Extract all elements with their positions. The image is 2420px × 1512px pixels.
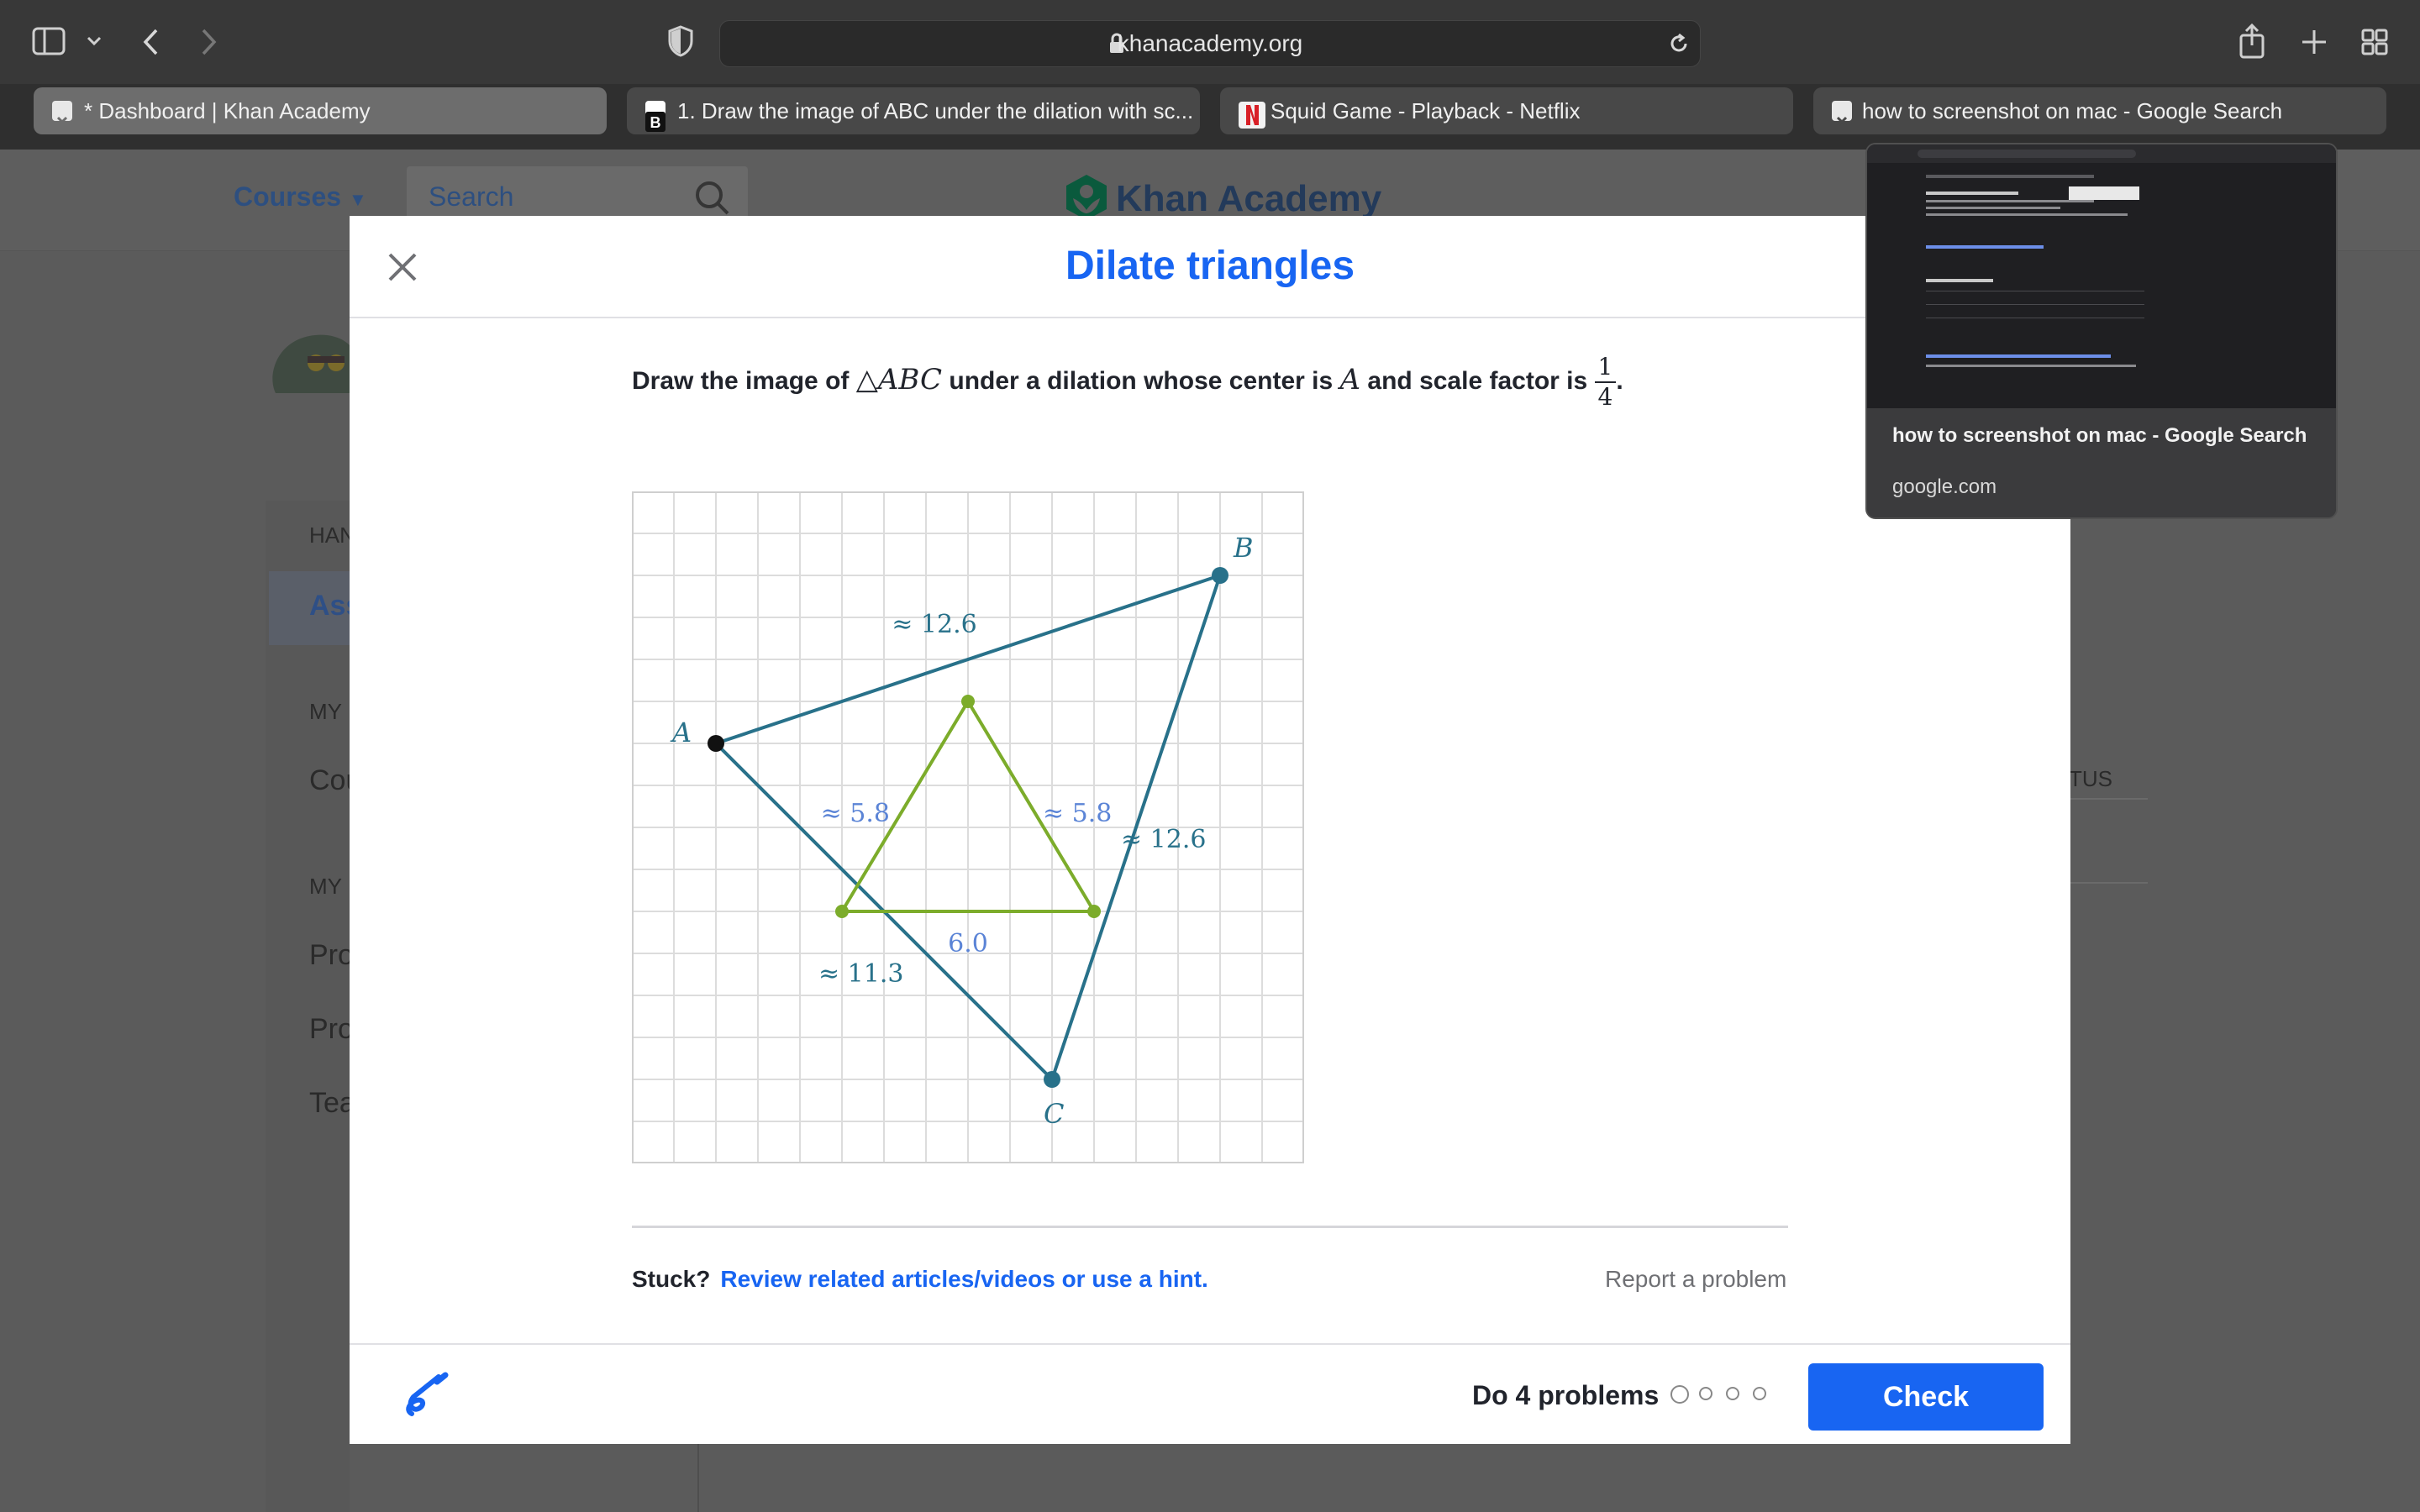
close-tab-icon[interactable] <box>1832 101 1852 128</box>
table-divider <box>2069 882 2148 884</box>
tab-dilation-problem[interactable]: B 1. Draw the image of ABC under the dil… <box>627 87 1200 134</box>
question-part: under a dilation whose center is <box>942 367 1340 395</box>
content-divider <box>632 1226 1788 1228</box>
courses-menu[interactable]: Courses ▼ <box>234 181 367 213</box>
search-placeholder: Search <box>429 181 514 212</box>
sidebar-heading: MY <box>309 874 342 899</box>
problem-counter: Do 4 problems <box>1472 1380 1660 1410</box>
point-label-b: B <box>1233 532 1254 564</box>
side-length-ac: ≈ 11.3 <box>818 959 903 989</box>
chevron-down-icon[interactable] <box>86 35 103 47</box>
image-side-length-bottom: 6.0 <box>948 929 988 958</box>
address-bar[interactable]: khanacademy.org <box>719 20 1701 67</box>
modal-header: Dilate triangles <box>350 216 2070 318</box>
stuck-label: Stuck? <box>632 1266 711 1292</box>
progress-dot <box>1670 1385 1689 1404</box>
modal-footer: Do 4 problems Check <box>350 1343 2070 1446</box>
search-icon <box>694 180 731 221</box>
image-vertex-handle[interactable] <box>961 695 975 708</box>
tab-label: 1. Draw the image of ABC under the dilat… <box>677 98 1194 123</box>
brand-b-favicon-icon: B <box>645 101 666 132</box>
hint-link[interactable]: Review related articles/videos or use a … <box>720 1266 1207 1292</box>
question-part: and scale factor is <box>1360 367 1595 395</box>
tab-preview-thumbnail <box>1867 144 2336 408</box>
sidebar-item-profile[interactable]: Pro <box>309 939 354 972</box>
progress-dot <box>1726 1387 1739 1400</box>
sidebar-heading: MY <box>309 699 342 724</box>
math-triangle: △ABC <box>855 363 943 396</box>
courses-label: Courses <box>234 181 342 212</box>
scale-fraction: 14 <box>1594 353 1617 412</box>
tab-preview-title: how to screenshot on mac - Google Search <box>1892 424 2307 447</box>
share-icon[interactable] <box>2238 24 2265 59</box>
progress-dot <box>1753 1387 1766 1400</box>
check-button[interactable]: Check <box>1808 1363 2044 1431</box>
tab-preview-popover: how to screenshot on mac - Google Search… <box>1865 143 2338 519</box>
point-c <box>1044 1071 1060 1088</box>
close-tab-icon[interactable] <box>52 101 72 128</box>
svg-text:B: B <box>650 114 661 131</box>
url-text: khanacademy.org <box>1117 30 1303 56</box>
new-tab-icon[interactable] <box>2301 29 2328 55</box>
caret-down-icon: ▼ <box>348 189 367 210</box>
tab-label: how to screenshot on mac - Google Search <box>1862 98 2283 123</box>
image-side-length-right: ≈ 5.8 <box>1043 799 1112 828</box>
sidebar-item-teachers[interactable]: Tea <box>309 1087 355 1120</box>
reload-icon[interactable] <box>1668 33 1690 59</box>
side-length-ab: ≈ 12.6 <box>892 610 976 639</box>
forward-icon[interactable] <box>198 27 218 57</box>
coordinate-grid[interactable]: A B C ≈ 12.6 ≈ 12.6 ≈ 11.3 ≈ 5.8 ≈ 5.8 6… <box>632 491 1304 1168</box>
scratchpad-pencil-icon[interactable] <box>402 1372 450 1423</box>
math-center: A <box>1339 363 1361 396</box>
point-a <box>708 735 724 752</box>
status-column-header: TUS <box>2069 766 2112 791</box>
side-length-bc: ≈ 12.6 <box>1121 825 1206 854</box>
privacy-shield-icon[interactable] <box>667 25 694 57</box>
report-problem-link[interactable]: Report a problem <box>1605 1266 1786 1293</box>
fraction-numerator: 1 <box>1594 353 1617 384</box>
back-icon[interactable] <box>141 27 161 57</box>
tab-netflix[interactable]: Squid Game - Playback - Netflix <box>1220 87 1793 134</box>
tab-preview-domain: google.com <box>1892 475 1997 498</box>
exercise-modal: Dilate triangles Draw the image of △ABC … <box>350 216 2070 1444</box>
modal-title: Dilate triangles <box>1065 244 1355 288</box>
image-side-length-left: ≈ 5.8 <box>821 799 890 828</box>
tab-overview-icon[interactable] <box>2361 29 2388 55</box>
tab-preview-info: how to screenshot on mac - Google Search… <box>1867 408 2336 517</box>
progress-dot <box>1699 1387 1712 1400</box>
browser-toolbar: khanacademy.org <box>0 0 2420 84</box>
netflix-favicon-icon <box>1239 97 1265 129</box>
fraction-denominator: 4 <box>1597 383 1613 412</box>
question-text: Draw the image of △ABC under a dilation … <box>632 346 1623 413</box>
point-b <box>1212 567 1228 584</box>
image-vertex-handle[interactable] <box>1087 905 1101 918</box>
page-divider <box>697 1443 699 1512</box>
tab-google-search[interactable]: how to screenshot on mac - Google Search <box>1813 87 2386 134</box>
avatar <box>267 326 360 401</box>
tab-label: Squid Game - Playback - Netflix <box>1270 98 1581 123</box>
sidebar-item-progress[interactable]: Pro <box>309 1013 354 1046</box>
question-part: Draw the image of <box>632 367 856 395</box>
question-end: . <box>1616 367 1623 395</box>
tab-dashboard[interactable]: * Dashboard | Khan Academy <box>34 87 607 134</box>
tab-label: * Dashboard | Khan Academy <box>84 98 371 123</box>
close-button[interactable] <box>381 246 424 288</box>
table-divider <box>2069 798 2148 800</box>
stuck-section: Stuck? Review related articles/videos or … <box>632 1266 1208 1293</box>
site-brand[interactable]: Khan Academy <box>1116 178 1381 220</box>
sidebar-heading: HAN <box>309 522 355 548</box>
close-icon <box>388 253 417 281</box>
point-label-a: A <box>670 717 692 748</box>
point-label-c: C <box>1044 1098 1064 1130</box>
sidebar-background <box>266 501 350 1512</box>
sidebar-toggle-icon[interactable] <box>32 27 66 55</box>
graph-svg[interactable]: A B C ≈ 12.6 ≈ 12.6 ≈ 11.3 ≈ 5.8 ≈ 5.8 6… <box>632 491 1304 1163</box>
image-vertex-handle[interactable] <box>835 905 849 918</box>
